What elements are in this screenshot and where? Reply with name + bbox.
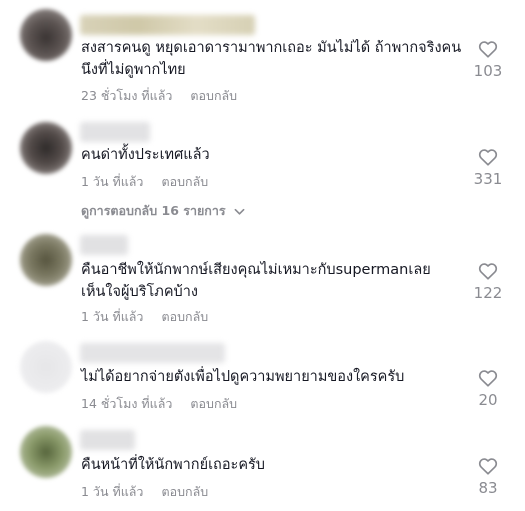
comment-time: 1 วัน ที่แล้ว — [81, 484, 144, 499]
reply-button[interactable]: ตอบกลับ — [190, 396, 237, 411]
comment-meta: 1 วัน ที่แล้ว ตอบกลับ — [81, 482, 208, 502]
username-redacted[interactable] — [80, 343, 225, 363]
like-button[interactable]: 122 — [462, 262, 514, 302]
view-replies-button[interactable]: ดูการตอบกลับ 16 รายการ — [81, 201, 245, 221]
username-redacted[interactable] — [80, 430, 135, 450]
like-count: 20 — [478, 391, 498, 409]
heart-outline-icon — [478, 370, 498, 387]
comment-time: 23 ชั่วโมง ที่แล้ว — [81, 88, 173, 103]
heart-outline-icon — [478, 458, 498, 475]
avatar[interactable] — [20, 9, 72, 61]
like-button[interactable]: 103 — [462, 40, 514, 80]
heart-outline-icon — [478, 149, 498, 166]
reply-button[interactable]: ตอบกลับ — [190, 88, 237, 103]
reply-button[interactable]: ตอบกลับ — [161, 484, 208, 499]
view-replies-label: ดูการตอบกลับ 16 รายการ — [81, 203, 226, 218]
avatar[interactable] — [20, 426, 72, 478]
comment-time: 14 ชั่วโมง ที่แล้ว — [81, 396, 173, 411]
reply-button[interactable]: ตอบกลับ — [161, 309, 208, 324]
like-button[interactable]: 20 — [462, 369, 514, 409]
comment-text: ไม่ได้อยากจ่ายตังเพื่อไปดูความพยายามของใ… — [81, 369, 405, 385]
heart-outline-icon — [478, 263, 498, 280]
like-count: 103 — [473, 62, 503, 80]
like-button[interactable]: 83 — [462, 457, 514, 497]
avatar[interactable] — [20, 341, 72, 393]
like-count: 83 — [478, 479, 498, 497]
like-count: 122 — [473, 284, 503, 302]
heart-outline-icon — [478, 41, 498, 58]
comment-text: คืนอาชีพให้นักพากษ์เสียงคุณไม่เหมาะกับsu… — [81, 262, 431, 300]
username-redacted[interactable] — [80, 122, 150, 142]
username-redacted[interactable] — [80, 15, 255, 35]
username-redacted[interactable] — [80, 235, 128, 255]
comment-time: 1 วัน ที่แล้ว — [81, 174, 144, 189]
comment-meta: 23 ชั่วโมง ที่แล้ว ตอบกลับ — [81, 86, 237, 106]
comment-meta: 14 ชั่วโมง ที่แล้ว ตอบกลับ — [81, 394, 237, 414]
comment-time: 1 วัน ที่แล้ว — [81, 309, 144, 324]
comment-meta: 1 วัน ที่แล้ว ตอบกลับ — [81, 172, 208, 192]
comment-text: สงสารคนดู หยุดเอาดารามาพากเถอะ มันไม่ได้… — [81, 40, 462, 78]
comment-text: คนด่าทั้งประเทศแล้ว — [81, 147, 210, 163]
like-button[interactable]: 331 — [462, 148, 514, 188]
chevron-down-icon — [234, 208, 245, 215]
like-count: 331 — [473, 170, 503, 188]
comment-meta: 1 วัน ที่แล้ว ตอบกลับ — [81, 307, 208, 327]
avatar[interactable] — [20, 122, 72, 174]
reply-button[interactable]: ตอบกลับ — [161, 174, 208, 189]
avatar[interactable] — [20, 234, 72, 286]
comment-text: คืนหน้าที่ให้นักพากย์เถอะครับ — [81, 457, 266, 473]
